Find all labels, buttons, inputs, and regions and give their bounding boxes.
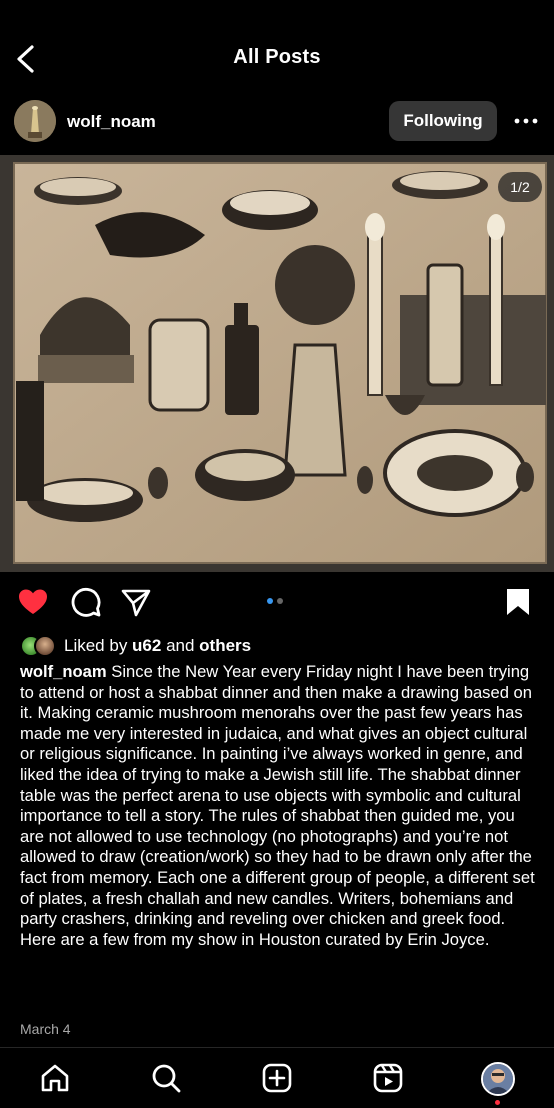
like-button[interactable] — [17, 586, 49, 618]
tab-reels[interactable] — [372, 1062, 404, 1094]
page-title: All Posts — [233, 46, 321, 68]
bookmark-icon — [507, 589, 529, 615]
tab-home[interactable] — [39, 1062, 71, 1094]
likes-text: Liked by u62 and others — [64, 636, 251, 656]
tab-profile[interactable] — [481, 1062, 515, 1096]
profile-avatar — [483, 1064, 513, 1094]
notification-dot — [495, 1100, 500, 1105]
paper-plane-icon — [121, 589, 151, 617]
save-button[interactable] — [502, 586, 534, 618]
comment-button[interactable] — [70, 586, 102, 618]
more-options-button[interactable] — [510, 108, 542, 134]
liker-username[interactable]: u62 — [132, 636, 161, 655]
liker-avatar — [34, 635, 56, 657]
carousel-dot — [277, 598, 283, 604]
search-icon — [152, 1064, 181, 1093]
carousel-dot — [267, 598, 273, 604]
create-icon — [262, 1063, 292, 1093]
post-image[interactable]: 1/2 — [0, 155, 554, 572]
reels-icon — [373, 1063, 403, 1093]
still-life-drawing — [0, 155, 554, 572]
post-header: wolf_noam Following — [0, 100, 554, 144]
tab-search[interactable] — [150, 1062, 182, 1094]
post-caption: wolf_noam Since the New Year every Frida… — [20, 662, 542, 950]
caption-text: Since the New Year every Friday night I … — [20, 662, 535, 949]
tab-create[interactable] — [261, 1062, 293, 1094]
comment-icon — [71, 587, 101, 617]
likes-and: and — [161, 636, 200, 655]
caption-username[interactable]: wolf_noam — [20, 662, 107, 681]
bottom-tab-bar — [0, 1047, 554, 1108]
likes-row[interactable]: Liked by u62 and others — [20, 634, 251, 658]
avatar-image — [14, 100, 56, 142]
home-icon — [41, 1064, 69, 1092]
heart-icon — [19, 589, 47, 614]
likes-others-link[interactable]: others — [199, 636, 251, 655]
carousel-indicator — [267, 598, 283, 604]
action-bar — [0, 586, 554, 620]
author-username[interactable]: wolf_noam — [67, 112, 156, 132]
image-counter: 1/2 — [498, 172, 542, 202]
following-button[interactable]: Following — [389, 101, 497, 141]
likes-prefix: Liked by — [64, 636, 133, 655]
ellipsis-icon — [514, 118, 538, 124]
author-avatar[interactable] — [14, 100, 56, 142]
share-button[interactable] — [120, 586, 152, 618]
liker-avatars — [20, 634, 62, 658]
top-bar: All Posts — [0, 0, 554, 100]
post-date: March 4 — [20, 1021, 71, 1037]
